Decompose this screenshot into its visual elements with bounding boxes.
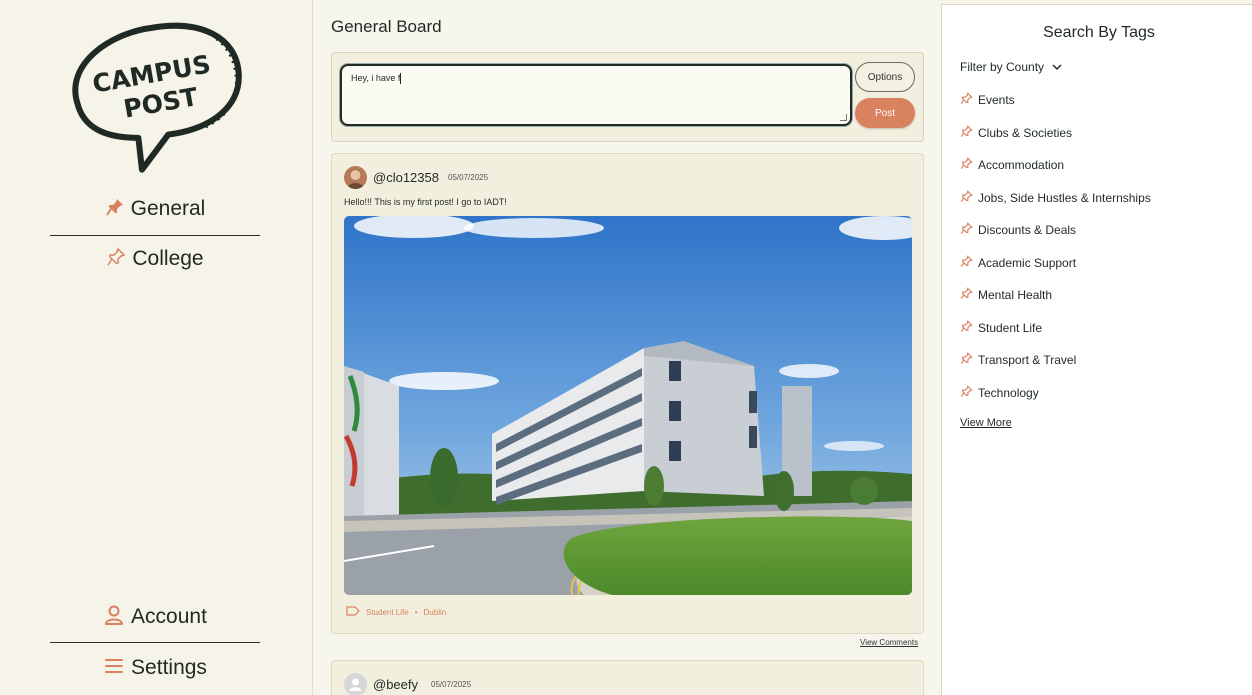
pin-outline-icon: [106, 247, 126, 271]
pin-outline-icon: [960, 189, 973, 206]
pin-outline-icon: [960, 222, 973, 238]
post-county-label[interactable]: Dublin: [424, 608, 447, 617]
post-card: @clo12358 05/07/2025 Hello!!! This is my…: [331, 153, 924, 634]
post-author-handle[interactable]: @beefy: [373, 677, 418, 692]
post-card: @beefy 05/07/2025: [331, 660, 924, 695]
options-button[interactable]: Options: [855, 62, 915, 92]
nav-college[interactable]: College: [50, 237, 260, 281]
county-filter-dropdown[interactable]: Filter by County: [960, 60, 1062, 74]
post-button[interactable]: Post: [855, 98, 915, 128]
nav-college-label: College: [132, 247, 204, 270]
avatar[interactable]: [344, 673, 367, 695]
post-body: Hello!!! This is my first post! I go to …: [344, 197, 507, 207]
tag-item[interactable]: Accommodation: [960, 157, 1064, 173]
tag-item[interactable]: Academic Support: [960, 254, 1077, 271]
post-tag-label[interactable]: Student Life: [366, 608, 409, 617]
post-image-campus-building[interactable]: [344, 216, 912, 595]
post-composer: Hey, i have f Options Post: [331, 52, 924, 142]
nav-general[interactable]: General: [50, 187, 260, 231]
nav-settings-label: Settings: [131, 656, 207, 679]
post-text-value: Hey, i have f: [351, 73, 401, 83]
pin-outline-icon: [960, 124, 973, 141]
tag-item[interactable]: Technology: [960, 384, 1039, 401]
left-sidebar: CAMPUS POST General College Account Sett…: [0, 0, 312, 695]
tags-panel: Search By Tags Filter by County Events Cl…: [941, 4, 1252, 695]
nav-settings[interactable]: Settings: [50, 646, 260, 690]
post-tags: Student Life • Dublin: [346, 606, 446, 618]
pin-outline-icon: [960, 157, 973, 173]
tag-item-label: Clubs & Societies: [978, 125, 1073, 140]
user-icon: [103, 604, 125, 630]
post-date: 05/07/2025: [431, 680, 472, 689]
nav-account[interactable]: Account: [50, 595, 260, 639]
campus-post-logo[interactable]: CAMPUS POST: [62, 18, 250, 178]
tag-item-label: Events: [978, 93, 1015, 107]
pin-outline-icon: [960, 384, 973, 401]
pin-outline-icon: [960, 287, 973, 303]
post-date: 05/07/2025: [448, 173, 489, 182]
nav-account-label: Account: [131, 605, 207, 628]
tag-item[interactable]: Events: [960, 92, 1015, 108]
tag-item[interactable]: Jobs, Side Hustles & Internships: [960, 189, 1151, 206]
chevron-down-icon: [1052, 60, 1062, 74]
tag-item[interactable]: Transport & Travel: [960, 352, 1076, 368]
tag-separator: •: [414, 607, 418, 617]
nav-divider: [50, 235, 260, 236]
pin-outline-icon: [960, 319, 973, 336]
avatar[interactable]: [344, 166, 367, 189]
post-author-handle[interactable]: @clo12358: [373, 170, 439, 185]
post-text-input[interactable]: Hey, i have f: [340, 64, 852, 126]
pin-outline-icon: [960, 352, 973, 368]
tag-item-label: Accommodation: [978, 158, 1065, 172]
tag-item-label: Jobs, Side Hustles & Internships: [978, 190, 1151, 205]
nav-divider: [50, 642, 260, 643]
tag-item[interactable]: Discounts & Deals: [960, 222, 1076, 238]
tag-item-label: Transport & Travel: [978, 353, 1077, 367]
tag-item[interactable]: Student Life: [960, 319, 1043, 336]
tag-item-label: Discounts & Deals: [978, 223, 1077, 237]
menu-icon: [103, 655, 125, 681]
tag-item-label: Technology: [978, 385, 1039, 400]
pin-outline-icon: [960, 254, 973, 271]
county-filter-label: Filter by County: [960, 60, 1045, 74]
tag-icon: [346, 606, 360, 618]
tag-item-label: Mental Health: [978, 288, 1053, 302]
tag-item[interactable]: Clubs & Societies: [960, 124, 1073, 141]
text-caret: [400, 73, 402, 85]
tag-item[interactable]: Mental Health: [960, 287, 1052, 303]
pin-filled-icon: [105, 197, 125, 221]
resize-handle[interactable]: [840, 114, 847, 121]
page-title: General Board: [331, 17, 442, 36]
view-more-link[interactable]: View More: [960, 417, 1012, 429]
main-board: General Board Hey, i have f Options Post…: [312, 0, 941, 695]
pin-outline-icon: [960, 92, 973, 108]
view-comments-link[interactable]: View Comments: [860, 638, 918, 647]
nav-general-label: General: [130, 197, 206, 220]
tag-item-label: Student Life: [978, 320, 1043, 335]
tag-item-label: Academic Support: [978, 255, 1077, 270]
tags-panel-title: Search By Tags: [1043, 24, 1155, 41]
